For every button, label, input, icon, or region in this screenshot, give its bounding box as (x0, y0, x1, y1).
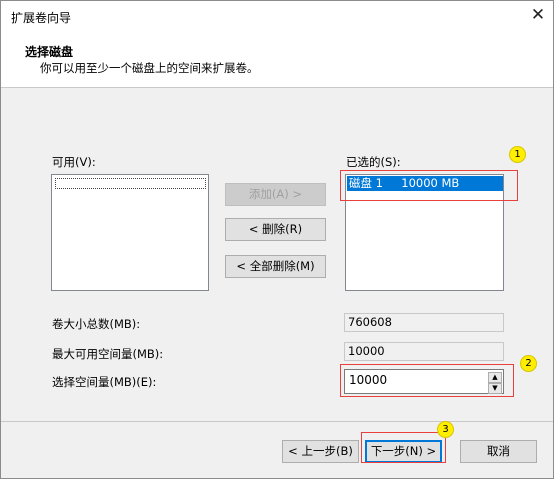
total-size-label: 卷大小总数(MB): (52, 317, 141, 331)
max-space-label: 最大可用空间量(MB): (52, 347, 164, 361)
wizard-header: 选择磁盘 你可以用至少一个磁盘上的空间来扩展卷。 (1, 31, 553, 87)
available-disks-list[interactable] (51, 174, 209, 291)
wizard-footer: < 上一步(B) 下一步(N) > 取消 (1, 422, 553, 478)
list-focus-rectangle (55, 178, 206, 189)
select-amount-label: 选择空间量(MB)(E): (52, 375, 157, 389)
selected-label: 已选的(S): (346, 155, 401, 169)
total-size-value: 760608 (344, 313, 504, 332)
page-title: 选择磁盘 (25, 45, 74, 59)
annotation-box-next (361, 432, 446, 463)
title-bar: 扩展卷向导 ✕ (1, 1, 553, 31)
step-marker-1: 1 (509, 146, 526, 163)
annotation-box-selected-disk (340, 170, 518, 201)
step-marker-3: 3 (437, 421, 454, 438)
close-icon[interactable]: ✕ (523, 1, 553, 31)
max-space-value: 10000 (344, 342, 504, 361)
cancel-button[interactable]: 取消 (460, 440, 537, 463)
remove-all-button[interactable]: < 全部删除(M) (225, 255, 326, 278)
back-button[interactable]: < 上一步(B) (282, 440, 359, 463)
add-button[interactable]: 添加(A) > (225, 183, 326, 206)
annotation-box-amount (340, 364, 514, 397)
extend-volume-wizard-dialog: 扩展卷向导 ✕ 选择磁盘 你可以用至少一个磁盘上的空间来扩展卷。 可用(V): … (0, 0, 554, 479)
step-marker-2: 2 (520, 355, 537, 372)
available-label: 可用(V): (52, 155, 96, 169)
page-subtitle: 你可以用至少一个磁盘上的空间来扩展卷。 (40, 61, 259, 75)
window-title: 扩展卷向导 (11, 11, 72, 25)
remove-button[interactable]: < 删除(R) (225, 218, 326, 241)
